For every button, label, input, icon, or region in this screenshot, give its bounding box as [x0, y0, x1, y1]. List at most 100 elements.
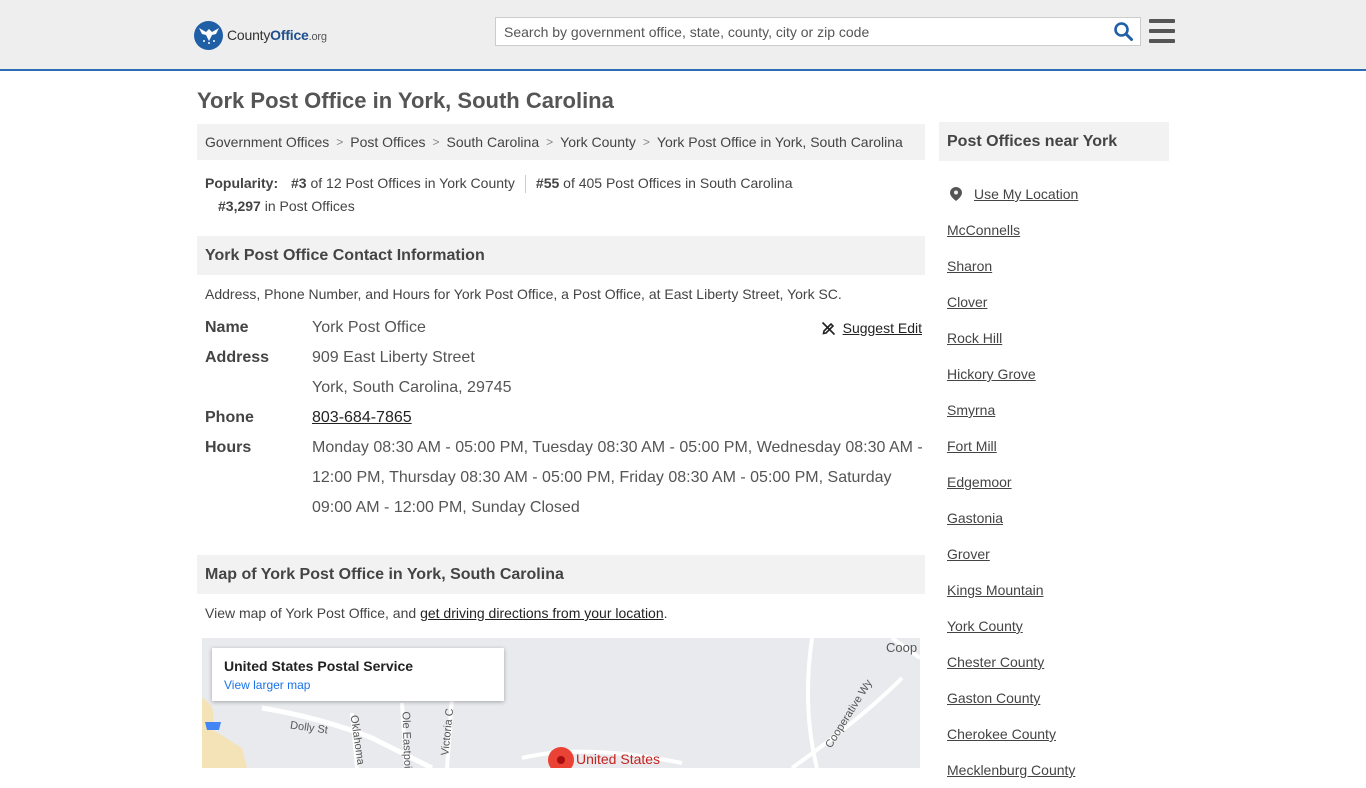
contact-heading: York Post Office Contact Information: [197, 236, 925, 275]
sidebar-link[interactable]: Cherokee County: [947, 726, 1056, 742]
sidebar-link[interactable]: Grover: [947, 546, 990, 562]
chevron-right-icon: >: [546, 135, 554, 149]
map-label-eastpoint: Ole Eastpoi: [399, 711, 414, 768]
sidebar-link[interactable]: Hickory Grove: [947, 366, 1036, 382]
sidebar-item-gastonia[interactable]: Gastonia: [947, 500, 1169, 536]
info-row-phone: Phone 803-684-7865: [205, 403, 925, 433]
sidebar-link[interactable]: Fort Mill: [947, 438, 997, 454]
eagle-logo-icon: [194, 20, 223, 50]
sidebar-link[interactable]: Clover: [947, 294, 987, 310]
address-value: 909 East Liberty Street York, South Caro…: [312, 343, 925, 403]
hamburger-menu-icon[interactable]: [1149, 19, 1175, 43]
info-row-address: Address 909 East Liberty Street York, So…: [205, 343, 925, 403]
map-desc-prefix: View map of York Post Office, and: [205, 605, 421, 621]
phone-label: Phone: [205, 409, 254, 426]
address-line2: York, South Carolina, 29745: [312, 379, 512, 396]
sidebar-item-rock-hill[interactable]: Rock Hill: [947, 320, 1169, 356]
sidebar-link[interactable]: Gastonia: [947, 510, 1003, 526]
sidebar-link[interactable]: Kings Mountain: [947, 582, 1044, 598]
map-info-card: United States Postal Service View larger…: [212, 648, 504, 701]
use-location-item[interactable]: Use My Location: [947, 176, 1169, 212]
sidebar-item-kings-mountain[interactable]: Kings Mountain: [947, 572, 1169, 608]
hours-value: Monday 08:30 AM - 05:00 PM, Tuesday 08:3…: [312, 439, 923, 516]
sidebar-heading: Post Offices near York: [939, 122, 1169, 161]
rank-text: of 405 Post Offices in South Carolina: [563, 175, 793, 191]
sidebar-item-hickory-grove[interactable]: Hickory Grove: [947, 356, 1169, 392]
sidebar-link[interactable]: Mecklenburg County: [947, 762, 1075, 778]
logo-brand-office: Office: [270, 27, 309, 43]
info-row-hours: Hours Monday 08:30 AM - 05:00 PM, Tuesda…: [205, 433, 925, 523]
breadcrumb-post-offices[interactable]: Post Offices: [350, 134, 425, 150]
rank-value: #3,297: [218, 198, 261, 214]
sidebar-item-sharon[interactable]: Sharon: [947, 248, 1169, 284]
sidebar-item-york-county[interactable]: York County: [947, 608, 1169, 644]
search-bar: [495, 17, 1141, 46]
logo-text: CountyOffice.org: [227, 27, 327, 43]
suggest-edit[interactable]: Suggest Edit: [821, 320, 922, 336]
sidebar-item-cherokee-county[interactable]: Cherokee County: [947, 716, 1169, 752]
breadcrumb-current: York Post Office in York, South Carolina: [656, 134, 903, 150]
sidebar-link[interactable]: Edgemoor: [947, 474, 1012, 490]
chevron-right-icon: >: [336, 135, 344, 149]
sidebar-link[interactable]: Smyrna: [947, 402, 995, 418]
map-label-coop: Coop: [886, 640, 918, 655]
breadcrumb: Government Offices > Post Offices > Sout…: [197, 124, 925, 160]
sidebar-item-chester-county[interactable]: Chester County: [947, 644, 1169, 680]
logo-tld: .org: [308, 31, 327, 43]
phone-link[interactable]: 803-684-7865: [312, 409, 412, 426]
sidebar-link[interactable]: Rock Hill: [947, 330, 1002, 346]
sidebar-item-fort-mill[interactable]: Fort Mill: [947, 428, 1169, 464]
breadcrumb-york-county[interactable]: York County: [560, 134, 636, 150]
rank-value: #3: [291, 175, 307, 191]
rank-value: #55: [535, 175, 560, 191]
site-logo[interactable]: CountyOffice.org: [194, 20, 327, 50]
phone-value: 803-684-7865: [312, 403, 925, 433]
search-icon: [1113, 22, 1133, 41]
embedded-map[interactable]: United States Postal Service View larger…: [202, 638, 920, 768]
sidebar-link[interactable]: Sharon: [947, 258, 992, 274]
logo-brand-county: County: [227, 27, 271, 43]
sidebar-item-clover[interactable]: Clover: [947, 284, 1169, 320]
map-desc-suffix: .: [663, 605, 668, 621]
breadcrumb-south-carolina[interactable]: South Carolina: [447, 134, 540, 150]
map-pin-label: United States: [576, 751, 661, 767]
search-button[interactable]: [1106, 18, 1140, 45]
suggest-edit-link[interactable]: Suggest Edit: [843, 320, 922, 336]
sidebar-item-grover[interactable]: Grover: [947, 536, 1169, 572]
map-card-title: United States Postal Service: [224, 658, 414, 674]
sidebar-item-mcconnells[interactable]: McConnells: [947, 212, 1169, 248]
sidebar-link[interactable]: McConnells: [947, 222, 1020, 238]
use-my-location-link[interactable]: Use My Location: [974, 186, 1078, 202]
view-larger-map-link[interactable]: View larger map: [224, 678, 492, 692]
contact-description: Address, Phone Number, and Hours for Yor…: [205, 286, 842, 302]
sidebar-link[interactable]: York County: [947, 618, 1023, 634]
sidebar-item-gaston-county[interactable]: Gaston County: [947, 680, 1169, 716]
sidebar-list: Use My Location McConnells Sharon Clover…: [947, 176, 1169, 788]
search-input[interactable]: [496, 18, 1106, 45]
breadcrumb-government-offices[interactable]: Government Offices: [205, 134, 329, 150]
sidebar-item-edgemoor[interactable]: Edgemoor: [947, 464, 1169, 500]
sidebar-link[interactable]: Gaston County: [947, 690, 1040, 706]
site-header: CountyOffice.org: [0, 0, 1366, 71]
hours-label: Hours: [205, 439, 252, 456]
popularity-rank-state: #55 of 405 Post Offices in South Carolin…: [536, 172, 793, 195]
map-description: View map of York Post Office, and get dr…: [205, 605, 668, 621]
sidebar-item-mecklenburg-county[interactable]: Mecklenburg County: [947, 752, 1169, 788]
map-pin-icon: [950, 187, 962, 201]
edit-link-icon: [821, 321, 835, 335]
rank-text: of 12 Post Offices in York County: [310, 175, 515, 191]
address-label: Address: [205, 349, 270, 366]
driving-directions-link[interactable]: get driving directions from your locatio…: [420, 605, 664, 621]
sidebar-item-smyrna[interactable]: Smyrna: [947, 392, 1169, 428]
sidebar-link[interactable]: Chester County: [947, 654, 1044, 670]
contact-info: Suggest Edit Name York Post Office Addre…: [205, 313, 925, 523]
map-heading: Map of York Post Office in York, South C…: [197, 555, 925, 594]
info-row-name: Name York Post Office: [205, 313, 925, 343]
chevron-right-icon: >: [642, 135, 650, 149]
address-line1: 909 East Liberty Street: [312, 349, 475, 366]
popularity-label: Popularity:: [205, 175, 279, 191]
rank-text: in Post Offices: [264, 198, 355, 214]
name-label: Name: [205, 319, 249, 336]
divider: [524, 175, 526, 194]
chevron-right-icon: >: [432, 135, 440, 149]
